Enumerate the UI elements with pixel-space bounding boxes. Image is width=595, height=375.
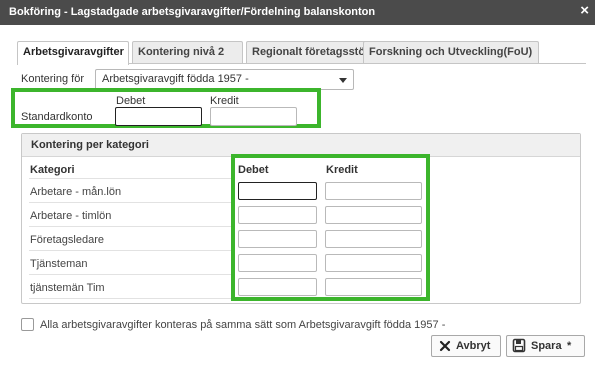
kategori-label: Arbetare - mån.lön: [30, 186, 122, 198]
unsaved-marker: *: [567, 340, 572, 352]
close-icon[interactable]: ×: [580, 3, 589, 19]
kredit-input[interactable]: [325, 254, 422, 272]
kategori-label: Företagsledare: [30, 234, 104, 246]
debet-input[interactable]: [238, 230, 317, 248]
chevron-down-icon: [339, 78, 347, 83]
debet-input[interactable]: [238, 206, 317, 224]
window-titlebar: Bokföring - Lagstadgade arbetsgivaravgif…: [0, 0, 595, 25]
save-button[interactable]: Spara *: [506, 335, 585, 357]
debet-input[interactable]: [238, 254, 317, 272]
standardkonto-kredit-label: Kredit: [210, 95, 239, 107]
row-divider: [29, 202, 234, 203]
column-header-kategori: Kategori: [30, 164, 75, 176]
tab-regionalt-foretagsstod[interactable]: Regionalt företagsstöd: [246, 41, 376, 63]
row-divider: [29, 178, 234, 179]
kontering-for-label: Kontering för: [21, 73, 84, 85]
row-divider: [29, 274, 234, 275]
same-kontering-checkbox[interactable]: [21, 318, 34, 331]
row-divider: [29, 226, 234, 227]
tab-kontering-niva-2[interactable]: Kontering nivå 2: [132, 41, 243, 63]
debet-input[interactable]: [238, 278, 317, 296]
standardkonto-kredit-input[interactable]: [210, 107, 297, 126]
kontering-for-value: Arbetsgivaravgift födda 1957 -: [102, 73, 249, 85]
tab-arbetsgivaravgifter[interactable]: Arbetsgivaravgifter: [17, 41, 129, 65]
x-icon: [439, 339, 451, 356]
row-divider: [29, 298, 234, 299]
tab-forskning-och-utveckling[interactable]: Forskning och Utveckling(FoU): [363, 41, 539, 63]
cancel-button[interactable]: Avbryt: [431, 335, 501, 357]
tab-label: Kontering nivå 2: [138, 46, 225, 58]
row-divider: [29, 250, 234, 251]
kategori-label: Tjänsteman: [30, 258, 88, 270]
standardkonto-debet-label: Debet: [116, 95, 146, 107]
standardkonto-label: Standardkonto: [21, 111, 93, 123]
floppy-disk-icon: [512, 338, 526, 356]
kategori-label: Arbetare - timlön: [30, 210, 112, 222]
standardkonto-debet-input[interactable]: [115, 107, 202, 126]
tab-label: Regionalt företagsstöd: [252, 46, 372, 58]
same-kontering-label: Alla arbetsgivaravgifter konteras på sam…: [40, 319, 446, 331]
panel-title: Kontering per kategori: [31, 139, 149, 151]
tab-label: Forskning och Utveckling(FoU): [369, 46, 533, 58]
debet-input[interactable]: [238, 182, 317, 200]
tab-label: Arbetsgivaravgifter: [23, 46, 124, 58]
kredit-input[interactable]: [325, 230, 422, 248]
kredit-input[interactable]: [325, 278, 422, 296]
save-button-label: Spara: [531, 340, 562, 352]
kategori-label: tjänstemän Tim: [30, 282, 105, 294]
kredit-input[interactable]: [325, 182, 422, 200]
window-title: Bokföring - Lagstadgade arbetsgivaravgif…: [9, 6, 376, 18]
kredit-input[interactable]: [325, 206, 422, 224]
cancel-button-label: Avbryt: [456, 340, 491, 352]
kontering-for-select[interactable]: Arbetsgivaravgift födda 1957 -: [95, 69, 354, 90]
